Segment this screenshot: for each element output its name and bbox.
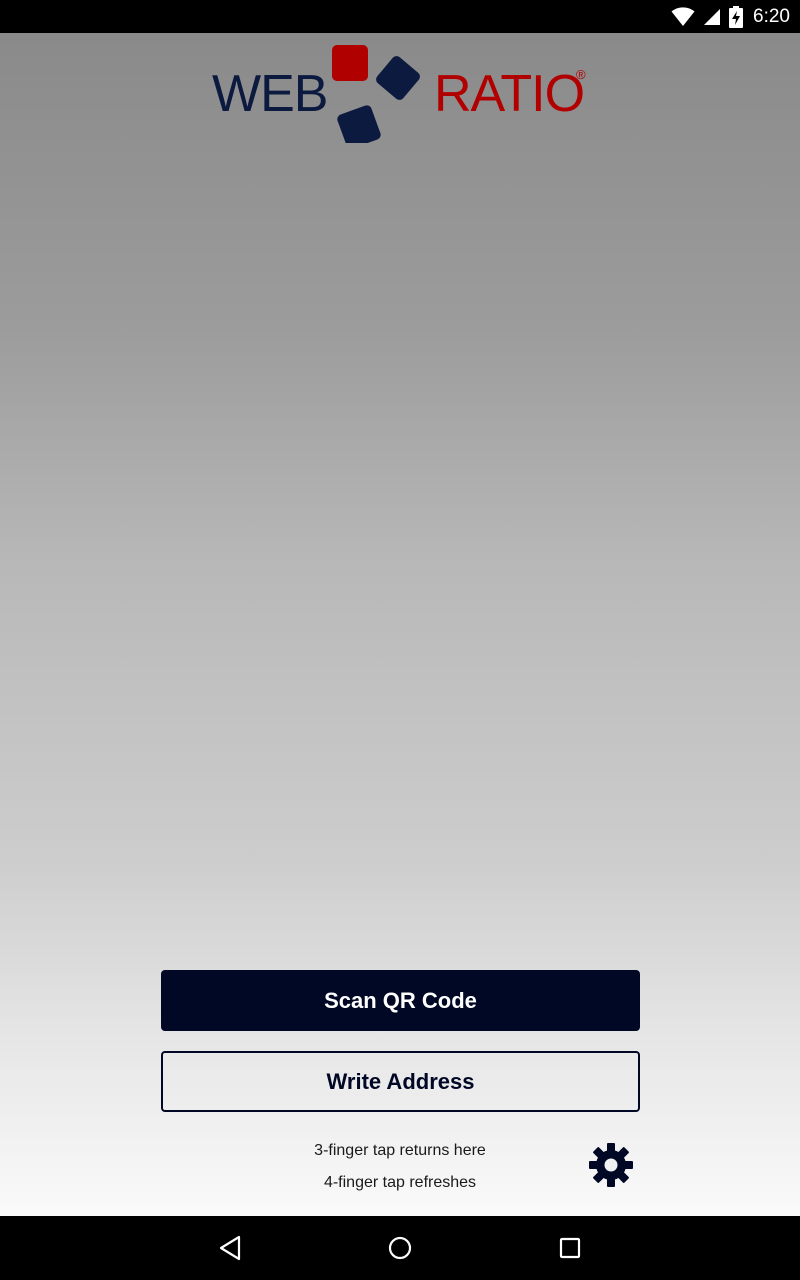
logo-registered-mark: ® bbox=[576, 67, 586, 82]
back-button[interactable] bbox=[180, 1216, 280, 1280]
app-screen: 6:20 WEB RATIO ® Scan QR Code Write Addr… bbox=[0, 0, 800, 1280]
scan-qr-code-button[interactable]: Scan QR Code bbox=[161, 970, 640, 1031]
cell-signal-icon bbox=[704, 8, 721, 25]
action-buttons: Scan QR Code Write Address bbox=[161, 970, 640, 1112]
logo-text-web: WEB bbox=[212, 65, 327, 123]
recents-icon bbox=[559, 1237, 581, 1259]
webratio-logo: WEB RATIO ® bbox=[212, 45, 586, 143]
recents-button[interactable] bbox=[520, 1216, 620, 1280]
status-time: 6:20 bbox=[753, 5, 790, 27]
gear-icon[interactable] bbox=[588, 1142, 634, 1188]
status-bar: 6:20 bbox=[0, 0, 800, 33]
wifi-icon bbox=[671, 6, 695, 26]
back-icon bbox=[219, 1235, 241, 1261]
main-content: WEB RATIO ® Scan QR Code Write Address 3… bbox=[0, 33, 800, 1216]
home-icon bbox=[388, 1236, 412, 1260]
hint-three-finger: 3-finger tap returns here bbox=[314, 1142, 486, 1159]
hint-four-finger: 4-finger tap refreshes bbox=[323, 1174, 477, 1191]
battery-charging-icon bbox=[729, 5, 744, 28]
logo-text-ratio: RATIO bbox=[434, 65, 584, 123]
home-button[interactable] bbox=[350, 1216, 450, 1280]
write-address-button[interactable]: Write Address bbox=[161, 1051, 640, 1112]
gesture-hints: 3-finger tap returns here 4-finger tap r… bbox=[250, 1135, 550, 1199]
status-icons: 6:20 bbox=[671, 0, 790, 33]
navigation-bar bbox=[0, 1216, 800, 1280]
